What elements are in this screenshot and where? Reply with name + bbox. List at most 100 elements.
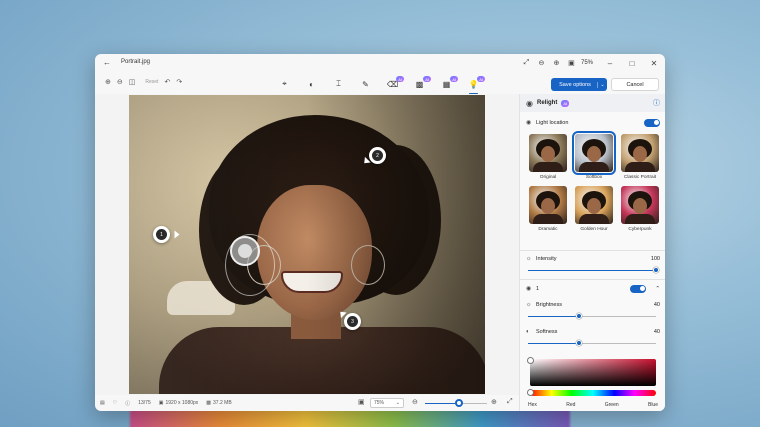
preset-dramatic[interactable]: Dramatic <box>526 186 570 232</box>
expand-icon[interactable]: ⤢ <box>507 398 513 406</box>
light-location-toggle[interactable] <box>644 118 660 127</box>
tab-adjust[interactable]: ◐ <box>298 76 325 92</box>
slider-thumb[interactable] <box>576 313 583 319</box>
status-bar: ▤ ♡ ⓘ 13/75 ▣ 1920 x 1080px ▩ 37.2 MB ▣ 75… <box>95 395 519 411</box>
slider-thumb[interactable] <box>576 340 583 346</box>
chevron-up-icon[interactable]: ⌃ <box>655 286 660 292</box>
intensity-icon: ☼ <box>526 256 532 262</box>
background-icon: ▩ <box>415 79 424 89</box>
light-1-toggle[interactable] <box>630 284 646 293</box>
thumb-body <box>533 214 563 224</box>
slider-thumb[interactable] <box>653 267 659 273</box>
crop-icon: ⌖ <box>282 79 287 88</box>
zoom-slider-thumb[interactable] <box>455 399 464 407</box>
intensity-row: ☼ Intensity 100 <box>526 256 660 262</box>
image-dimensions: ▣ 1920 x 1080px <box>159 400 199 406</box>
zoom-out-icon[interactable]: ⊖ <box>534 59 549 67</box>
zoom-out-icon[interactable]: ⊖ <box>412 398 418 406</box>
preset-label: Softbox <box>585 175 603 180</box>
light-pin-label: 3 <box>347 316 358 327</box>
light-source-center[interactable] <box>238 244 252 258</box>
heart-icon[interactable]: ♡ <box>113 400 117 406</box>
info-icon[interactable]: ⓘ <box>653 98 660 108</box>
color-label-hex[interactable]: Hex <box>528 402 537 408</box>
tab-restyle[interactable]: ▦ AI <box>433 76 460 92</box>
title-zoom-level[interactable]: 75% <box>581 60 593 66</box>
preset-cyberpunk[interactable]: Cyberpunk <box>618 186 662 232</box>
brightness-value: 40 <box>653 302 660 308</box>
zoom-select-value: 75% <box>374 400 385 406</box>
relight-title: Relight <box>536 100 558 106</box>
save-options-label: Save options <box>559 81 591 88</box>
relight-header: ◉ Relight AI ⓘ <box>520 94 665 112</box>
tab-erase[interactable]: ⌫ AI <box>379 76 406 92</box>
divider <box>520 250 665 251</box>
color-field-knob[interactable] <box>527 357 534 364</box>
reset-button[interactable]: Reset <box>145 79 158 85</box>
tab-filter[interactable]: ⌶ <box>325 76 352 92</box>
slider-fill <box>528 342 580 344</box>
preset-original[interactable]: Original <box>526 134 570 180</box>
color-field[interactable] <box>530 359 656 386</box>
tab-relight[interactable]: 💡 AI <box>460 76 487 94</box>
minimize-button[interactable]: – <box>599 59 621 68</box>
brightness-slider[interactable] <box>528 313 656 319</box>
slider-fill <box>528 269 656 271</box>
close-button[interactable]: ✕ <box>643 59 665 68</box>
preset-golden-hour[interactable]: Golden Hour <box>572 186 616 232</box>
zoom-out-icon[interactable]: ⊖ <box>117 78 123 86</box>
info-icon[interactable]: ⓘ <box>125 400 130 407</box>
bulb-icon: ◉ <box>526 286 532 292</box>
zoom-in-icon[interactable]: ⊕ <box>105 78 111 86</box>
thumb-face <box>587 146 601 162</box>
softness-slider[interactable] <box>528 340 656 346</box>
image-index: 13/75 <box>138 400 151 406</box>
portrait-photo[interactable]: 1 2 3 <box>129 95 485 394</box>
softness-row: ◐ Softness 40 <box>526 329 660 335</box>
redo-icon[interactable]: ↷ <box>176 78 182 86</box>
fit-screen-icon[interactable]: ▣ <box>358 398 365 406</box>
color-label-red[interactable]: Red <box>566 402 575 408</box>
tab-crop[interactable]: ⌖ <box>271 76 298 92</box>
compare-icon[interactable]: ◫ <box>129 78 136 86</box>
ai-badge: AI <box>450 76 458 82</box>
fullscreen-icon[interactable]: ⤢ <box>519 59 534 67</box>
hue-slider[interactable] <box>530 390 656 396</box>
preset-label: Classic Portrait <box>623 175 657 180</box>
color-label-green[interactable]: Green <box>605 402 619 408</box>
light-pin-1[interactable]: 1 <box>153 226 170 243</box>
color-label-blue[interactable]: Blue <box>648 402 658 408</box>
tab-markup[interactable]: ✎ <box>352 76 379 92</box>
photos-editor-window: ← Portrait.jpg ⤢ ⊖ ⊕ ▣ 75% – □ ✕ ⊕ ⊖ ◫ R… <box>95 54 665 411</box>
save-options-button[interactable]: Save options ⌄ <box>551 78 607 91</box>
arrow-left-icon[interactable]: ← <box>103 58 111 67</box>
zoom-select[interactable]: 75% ⌄ <box>370 398 404 408</box>
tab-background[interactable]: ▩ AI <box>406 76 433 92</box>
zoom-in-icon[interactable]: ⊕ <box>549 59 564 67</box>
intensity-slider[interactable] <box>528 267 659 273</box>
undo-icon[interactable]: ↶ <box>164 78 170 86</box>
color-format-labels: Hex Red Green Blue <box>528 402 658 408</box>
cancel-button[interactable]: Cancel <box>611 78 659 91</box>
filter-icon: ⌶ <box>336 79 341 88</box>
preset-classic-portrait[interactable]: Classic Portrait <box>618 134 662 180</box>
preset-softbox[interactable]: Softbox <box>572 131 616 180</box>
ai-badge: AI <box>423 76 431 82</box>
light-pin-2[interactable]: 2 <box>369 147 386 164</box>
thumb-face <box>541 198 555 214</box>
filmstrip-icon[interactable]: ▤ <box>100 400 105 406</box>
thumb-body <box>625 162 655 172</box>
light-1-row[interactable]: ◉ 1 ⌃ <box>526 284 660 293</box>
chevron-down-icon[interactable]: ⌄ <box>597 81 607 88</box>
light-pin-3[interactable]: 3 <box>344 313 361 330</box>
thumb-body <box>579 214 609 224</box>
zoom-slider-fill <box>425 402 460 404</box>
fit-icon[interactable]: ▣ <box>564 59 579 67</box>
hue-slider-thumb[interactable] <box>527 389 534 396</box>
maximize-button[interactable]: □ <box>621 59 643 68</box>
thumb-face <box>541 146 555 162</box>
dimensions-text: 1920 x 1080px <box>165 400 199 406</box>
tool-tabs: ⌖ ◐ ⌶ ✎ ⌫ AI ▩ AI ▦ AI 💡 AI <box>271 76 487 94</box>
thumb-body <box>625 214 655 224</box>
zoom-in-icon[interactable]: ⊕ <box>491 398 497 406</box>
